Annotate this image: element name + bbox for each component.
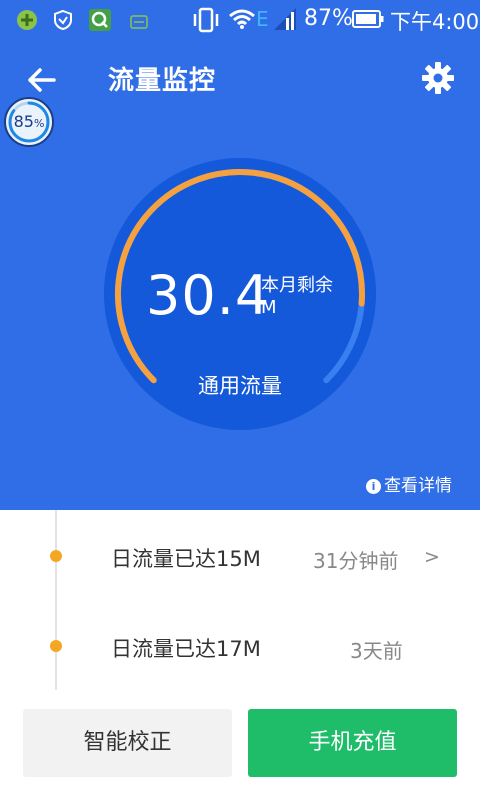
timeline-item-text: 日流量已达17M — [111, 637, 261, 661]
timeline-item-text: 日流量已达15M — [111, 547, 261, 571]
timeline-item-time: 31分钟前 — [313, 549, 399, 573]
wifi-icon — [229, 9, 255, 29]
smart-calibrate-button[interactable]: 智能校正 — [23, 709, 232, 777]
battery-percent: 87% — [304, 6, 353, 31]
remaining-label: 本月剩余 — [261, 275, 333, 296]
gear-icon[interactable] — [420, 60, 456, 96]
status-bar: E 87% 下午4:00 — [0, 0, 480, 40]
qr-app-icon — [89, 9, 111, 31]
page-title: 流量监控 — [108, 66, 217, 96]
vibrate-icon — [193, 7, 219, 33]
arrow-left-icon[interactable] — [24, 62, 60, 98]
floating-usage-badge[interactable]: 85% — [4, 97, 54, 147]
battery-icon — [352, 10, 384, 28]
mini-badge-value: 85% — [13, 112, 45, 131]
timeline-dot — [50, 550, 62, 562]
gauge-caption: 通用流量 — [198, 374, 282, 398]
signal-icon — [274, 8, 296, 30]
view-details-link[interactable]: i 查看详情 — [366, 471, 452, 496]
app-notification-icon — [17, 10, 37, 30]
remaining-value: 30.4 — [146, 264, 271, 327]
timeline-item-time: 3天前 — [350, 639, 403, 663]
network-type-label: E — [256, 7, 269, 31]
message-icon — [130, 15, 148, 29]
shield-icon — [54, 9, 72, 31]
chevron-right-icon: > — [424, 546, 440, 568]
clock: 下午4:00 — [390, 10, 480, 34]
phone-recharge-button[interactable]: 手机充值 — [248, 709, 457, 777]
info-icon: i — [366, 479, 381, 494]
timeline-dot — [50, 640, 62, 652]
remaining-unit: M — [261, 297, 277, 318]
view-details-label: 查看详情 — [384, 476, 452, 496]
